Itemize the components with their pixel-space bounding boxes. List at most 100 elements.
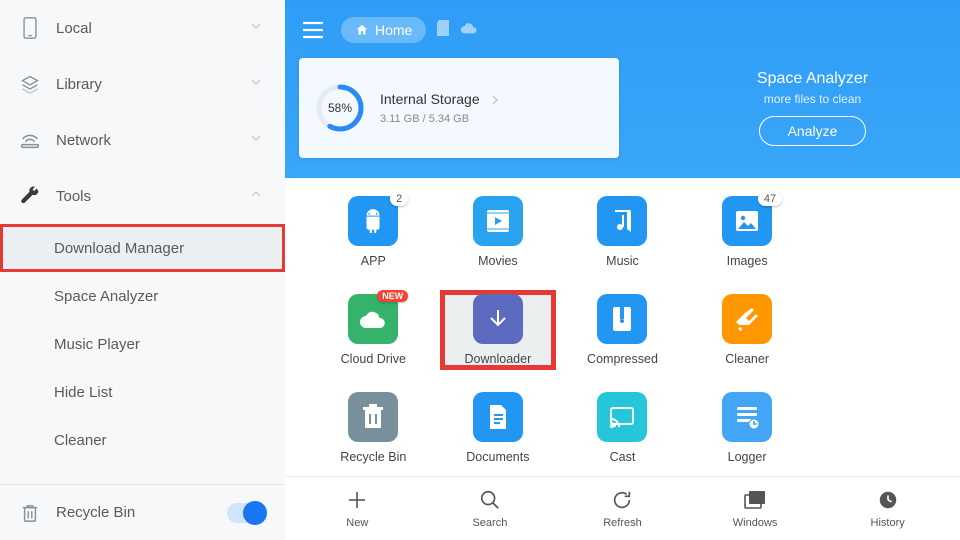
cloud-icon[interactable] xyxy=(460,21,478,40)
grid-item-label: Compressed xyxy=(587,352,658,366)
layers-icon xyxy=(18,72,42,96)
arrow-right-icon xyxy=(490,95,500,105)
logger-icon xyxy=(722,392,772,442)
analyzer-subtitle: more files to clean xyxy=(764,92,861,106)
cast-icon xyxy=(597,392,647,442)
grid-item-documents[interactable]: Documents xyxy=(440,388,557,468)
phone-icon xyxy=(18,16,42,40)
sidebar-item-label: Library xyxy=(56,76,249,93)
grid-item-label: APP xyxy=(361,254,386,268)
grid-item-label: Movies xyxy=(478,254,518,268)
sidebar-list: Local Library Network xyxy=(0,0,285,484)
bottom-label: Refresh xyxy=(603,517,642,529)
sidebar-item-label: Download Manager xyxy=(54,240,267,257)
grid-item-images[interactable]: 47 Images xyxy=(689,192,806,272)
cloud-drive-icon: NEW xyxy=(348,294,398,344)
grid-item-music[interactable]: Music xyxy=(564,192,681,272)
storage-subtitle: 3.11 GB / 5.34 GB xyxy=(380,113,500,125)
download-icon xyxy=(473,294,523,344)
bottom-label: New xyxy=(346,517,368,529)
grid-wrap: 2 APP Movies Music 47 xyxy=(285,178,960,476)
header-top: Home xyxy=(285,10,960,50)
wrench-icon xyxy=(18,184,42,208)
sidebar-item-download-manager[interactable]: Download Manager xyxy=(0,224,285,272)
sidebar-item-hide-list[interactable]: Hide List xyxy=(0,368,285,416)
grid-item-logger[interactable]: Logger xyxy=(689,388,806,468)
grid-item-label: Cleaner xyxy=(725,352,769,366)
windows-icon xyxy=(743,488,767,512)
sidebar-item-space-analyzer[interactable]: Space Analyzer xyxy=(0,272,285,320)
bottom-windows[interactable]: Windows xyxy=(710,488,800,529)
hamburger-icon[interactable] xyxy=(299,16,327,44)
music-icon xyxy=(597,196,647,246)
bottom-label: Windows xyxy=(733,517,778,529)
document-icon xyxy=(473,392,523,442)
space-analyzer-box: Space Analyzer more files to clean Analy… xyxy=(679,58,946,158)
bottom-search[interactable]: Search xyxy=(445,488,535,529)
grid-item-movies[interactable]: Movies xyxy=(440,192,557,272)
chevron-down-icon xyxy=(249,19,267,37)
clock-icon xyxy=(877,488,899,512)
zip-icon xyxy=(597,294,647,344)
bottom-bar: New Search Refresh Windows History xyxy=(285,476,960,540)
bottom-history[interactable]: History xyxy=(843,488,933,529)
sidebar-item-label: Network xyxy=(56,132,249,149)
count-badge: 2 xyxy=(390,192,408,206)
grid-item-label: Music xyxy=(606,254,639,268)
grid-item-label: Recycle Bin xyxy=(340,450,406,464)
grid-item-label: Logger xyxy=(728,450,767,464)
sidebar-item-label: Tools xyxy=(56,188,249,205)
bottom-new[interactable]: New xyxy=(312,488,402,529)
home-label: Home xyxy=(375,22,412,38)
header-row: 58% Internal Storage 3.11 GB / 5.34 GB S… xyxy=(285,50,960,158)
chevron-down-icon xyxy=(249,75,267,93)
sidebar-item-tools[interactable]: Tools xyxy=(0,168,285,224)
sidebar-item-library[interactable]: Library xyxy=(0,56,285,112)
bottom-refresh[interactable]: Refresh xyxy=(577,488,667,529)
sidebar-item-label: Music Player xyxy=(54,336,267,353)
main-area: Home 58% Internal Storage xyxy=(285,0,960,540)
bottom-label: Search xyxy=(472,517,507,529)
grid-item-app[interactable]: 2 APP xyxy=(315,192,432,272)
grid-item-label: Documents xyxy=(466,450,529,464)
broom-icon xyxy=(722,294,772,344)
analyzer-title: Space Analyzer xyxy=(757,70,868,88)
recycle-toggle[interactable] xyxy=(227,503,267,523)
sidebar-item-cleaner[interactable]: Cleaner xyxy=(0,416,285,464)
sidebar-item-label: Space Analyzer xyxy=(54,288,267,305)
grid-item-label: Downloader xyxy=(465,352,532,366)
sidebar-footer-recycle[interactable]: Recycle Bin xyxy=(0,484,285,540)
sidebar-item-label: Cleaner xyxy=(54,432,267,449)
grid-item-downloader[interactable]: Downloader xyxy=(440,290,557,370)
breadcrumb-home[interactable]: Home xyxy=(341,17,426,43)
storage-donut: 58% xyxy=(314,82,366,134)
movie-icon xyxy=(473,196,523,246)
grid-item-cast[interactable]: Cast xyxy=(564,388,681,468)
grid-item-compressed[interactable]: Compressed xyxy=(564,290,681,370)
app-grid: 2 APP Movies Music 47 xyxy=(315,192,930,468)
analyze-button[interactable]: Analyze xyxy=(759,116,867,146)
refresh-icon xyxy=(611,488,633,512)
home-icon xyxy=(355,23,369,37)
grid-item-label: Cloud Drive xyxy=(341,352,406,366)
bottom-label: History xyxy=(871,517,905,529)
sd-card-icon[interactable] xyxy=(436,20,450,41)
storage-card[interactable]: 58% Internal Storage 3.11 GB / 5.34 GB xyxy=(299,58,619,158)
grid-item-recycle-bin[interactable]: Recycle Bin xyxy=(315,388,432,468)
trash-icon xyxy=(18,501,42,525)
chevron-down-icon xyxy=(249,131,267,149)
sidebar-item-local[interactable]: Local xyxy=(0,0,285,56)
grid-item-label: Cast xyxy=(610,450,636,464)
sidebar-item-music-player[interactable]: Music Player xyxy=(0,320,285,368)
storage-percent: 58% xyxy=(314,82,366,134)
sidebar-item-label: Hide List xyxy=(54,384,267,401)
sidebar-item-label: Local xyxy=(56,20,249,37)
grid-item-cloud-drive[interactable]: NEW Cloud Drive xyxy=(315,290,432,370)
sidebar-footer-label: Recycle Bin xyxy=(56,504,227,521)
sidebar-item-network[interactable]: Network xyxy=(0,112,285,168)
storage-title: Internal Storage xyxy=(380,91,500,107)
grid-item-cleaner[interactable]: Cleaner xyxy=(689,290,806,370)
search-icon xyxy=(479,488,501,512)
header: Home 58% Internal Storage xyxy=(285,0,960,178)
network-icon xyxy=(18,128,42,152)
